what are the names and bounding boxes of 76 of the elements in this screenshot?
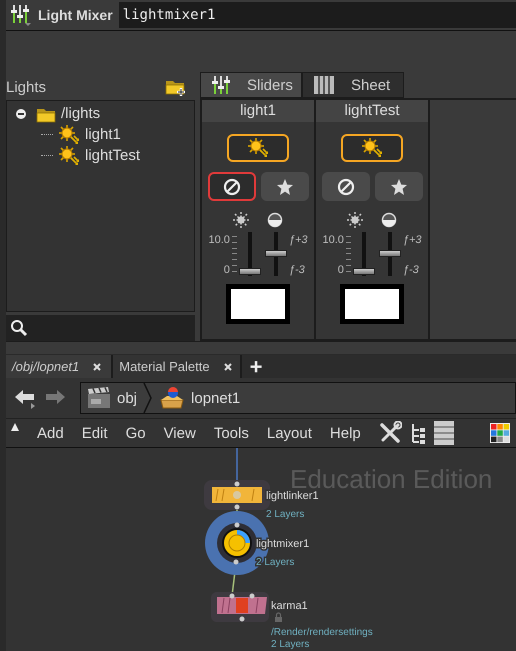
slider-label: ƒ-3 [288,264,305,276]
color-swatch[interactable] [340,284,404,324]
prohibited-icon [222,178,240,196]
list-icon[interactable] [434,421,454,445]
sliders-icon [211,74,231,96]
slider-thumb[interactable] [352,268,375,275]
crate-icon [159,386,186,410]
slider-label: 0 [224,264,230,276]
close-icon[interactable] [93,362,102,370]
close-icon[interactable] [224,362,232,370]
half-circle-icon [267,212,283,228]
sun-icon [233,212,249,228]
menu-item[interactable]: Layout [258,424,321,442]
node-name: karma1 [271,600,308,612]
menu-item[interactable]: Go [116,424,155,442]
half-circle-icon [381,212,397,228]
mixer-tab[interactable]: Sheet [302,72,404,98]
menu-item[interactable]: View [154,424,205,442]
node-info: 2 Layers [271,639,310,650]
clapperboard-icon [87,387,111,409]
slider-thumb[interactable] [264,250,287,257]
node-info: 2 Layers [256,557,294,568]
tools-icon[interactable] [378,421,402,445]
prohibited-icon [336,178,354,196]
path-segment[interactable]: lopnet1 [153,386,246,410]
slider-label: ƒ+3 [288,234,308,246]
tree-item[interactable]: /lights [61,105,100,122]
pane-tab[interactable]: Material Palette [113,355,242,378]
slider-label: 0 [338,264,344,276]
karma-node[interactable] [211,592,269,622]
light-icon [58,144,80,166]
mixer-tab[interactable]: Sliders [200,72,302,98]
panel-label: Lights [6,78,46,96]
menu-item[interactable]: Add [28,424,73,442]
caret-icon[interactable] [10,422,20,432]
slider-label: ƒ-3 [402,264,419,276]
back-arrow-icon[interactable] [14,387,36,409]
add-tab-button[interactable]: + [242,356,262,376]
color-swatch[interactable] [226,284,290,324]
menu-item[interactable]: Help [320,424,370,442]
solo-button[interactable] [374,172,422,201]
light-toggle-button[interactable] [227,134,289,162]
sun-icon [347,212,363,228]
solo-button[interactable] [260,172,308,201]
node-info: 2 Layers [266,509,304,520]
light-name: light1 [202,100,314,122]
color-palette-icon[interactable] [490,423,510,443]
tree-item[interactable]: lightTest [85,147,140,164]
tree-view-icon[interactable] [410,422,426,444]
table-icon [313,75,335,95]
node-info: /Render/rendersettings [271,627,373,638]
light-icon [58,124,80,146]
collapse-icon[interactable] [15,108,27,120]
pane-tab[interactable]: /obj/lopnet1 [6,355,114,378]
tree-item[interactable]: light1 [85,126,121,143]
light-icon [247,137,269,159]
sliders-icon [10,3,32,27]
mute-button[interactable] [208,172,256,201]
slider-label: 10.0 [322,234,344,246]
slider-label: ƒ+3 [402,234,422,246]
search-field[interactable] [6,315,195,341]
light-name: lightTest [316,100,428,122]
star-icon [276,178,294,196]
slider-thumb[interactable] [378,250,401,257]
menu-item[interactable]: Tools [204,424,258,442]
light-icon [361,137,383,159]
slider-label: 10.0 [208,234,230,246]
menu-item[interactable]: Edit [72,424,117,442]
star-icon [390,178,408,196]
panel-title: Light Mixer [38,7,113,23]
search-icon [10,319,28,337]
slider-thumb[interactable] [238,268,261,275]
light-toggle-button[interactable] [341,134,403,162]
mute-button[interactable] [322,172,370,201]
path-segment[interactable]: obj [81,387,144,409]
node-name-field[interactable]: lightmixer1 [118,2,516,28]
